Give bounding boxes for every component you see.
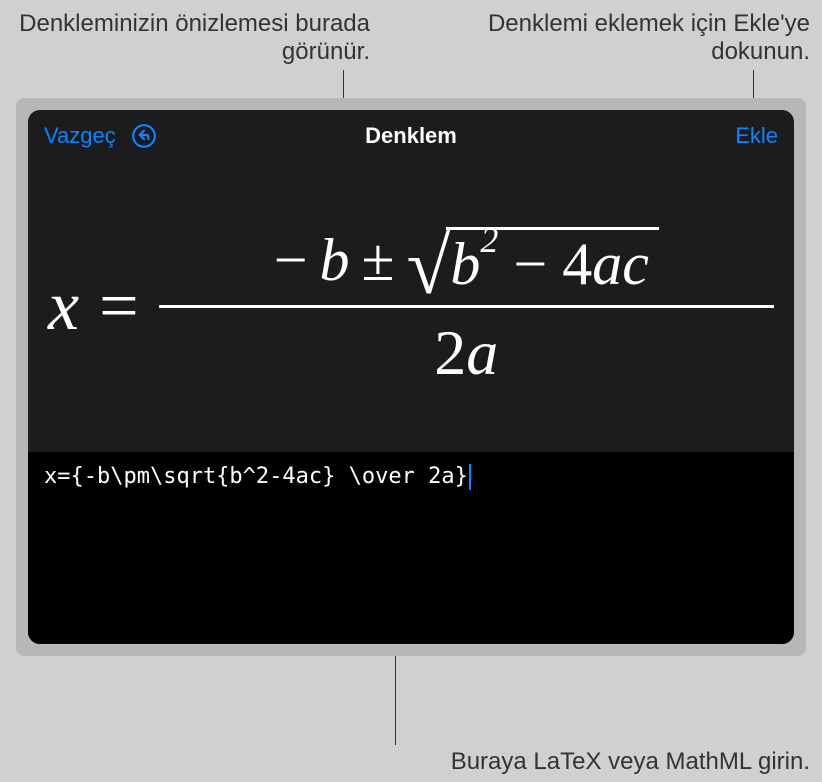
exponent-2: 2	[480, 220, 498, 260]
sqrt-icon: √	[406, 233, 450, 301]
equation-fraction: −b ± √ b2 − 4ac 2a	[159, 225, 774, 390]
undo-icon[interactable]	[130, 122, 158, 150]
var-c: c	[622, 231, 649, 297]
latex-input-area[interactable]: x={-b\pm\sqrt{b^2-4ac} \over 2a}	[28, 452, 794, 644]
callout-input-text: Buraya LaTeX veya MathML girin.	[451, 748, 810, 775]
callout-preview-text: Denkleminizin önizlemesi burada görünür.	[19, 10, 370, 65]
latex-input[interactable]: x={-b\pm\sqrt{b^2-4ac} \over 2a}	[44, 464, 468, 489]
sqrt-radicand: b2 − 4ac	[446, 227, 658, 299]
dialog-title: Denklem	[365, 123, 457, 149]
equation-dialog: Vazgeç Denklem Ekle x = −b	[28, 110, 794, 644]
equation-equals: =	[99, 267, 138, 347]
callout-preview: Denkleminizin önizlemesi burada görünür.	[0, 0, 370, 66]
var-a: a	[592, 231, 622, 297]
sqrt-expression: √ b2 − 4ac	[406, 225, 658, 297]
plus-minus-sign: ±	[362, 226, 395, 295]
minus-sign: −	[274, 226, 308, 295]
callout-insert-text: Denklemi eklemek için Ekle'ye dokunun.	[488, 10, 810, 65]
cancel-button[interactable]: Vazgeç	[44, 123, 116, 149]
var-b: b	[450, 231, 480, 297]
num-2: 2	[434, 317, 466, 388]
equation-denominator: 2a	[434, 308, 498, 390]
insert-button[interactable]: Ekle	[735, 123, 778, 149]
var-b: b	[320, 226, 350, 295]
var-a: a	[466, 317, 498, 388]
equation-preview-area: x = −b ± √ b2 − 4ac	[28, 162, 794, 452]
header-left-group: Vazgeç	[44, 122, 158, 150]
callout-input: Buraya LaTeX veya MathML girin.	[390, 748, 810, 776]
equation-numerator: −b ± √ b2 − 4ac	[264, 225, 669, 305]
text-cursor	[469, 464, 471, 490]
minus-sign: −	[513, 231, 547, 297]
equation-preview: x = −b ± √ b2 − 4ac	[48, 225, 774, 390]
dialog-header: Vazgeç Denklem Ekle	[28, 110, 794, 162]
callout-insert: Denklemi eklemek için Ekle'ye dokunun.	[440, 0, 810, 66]
equation-lhs: x	[48, 267, 79, 347]
dialog-backdrop: Vazgeç Denklem Ekle x = −b	[16, 98, 806, 656]
num-4: 4	[562, 231, 592, 297]
